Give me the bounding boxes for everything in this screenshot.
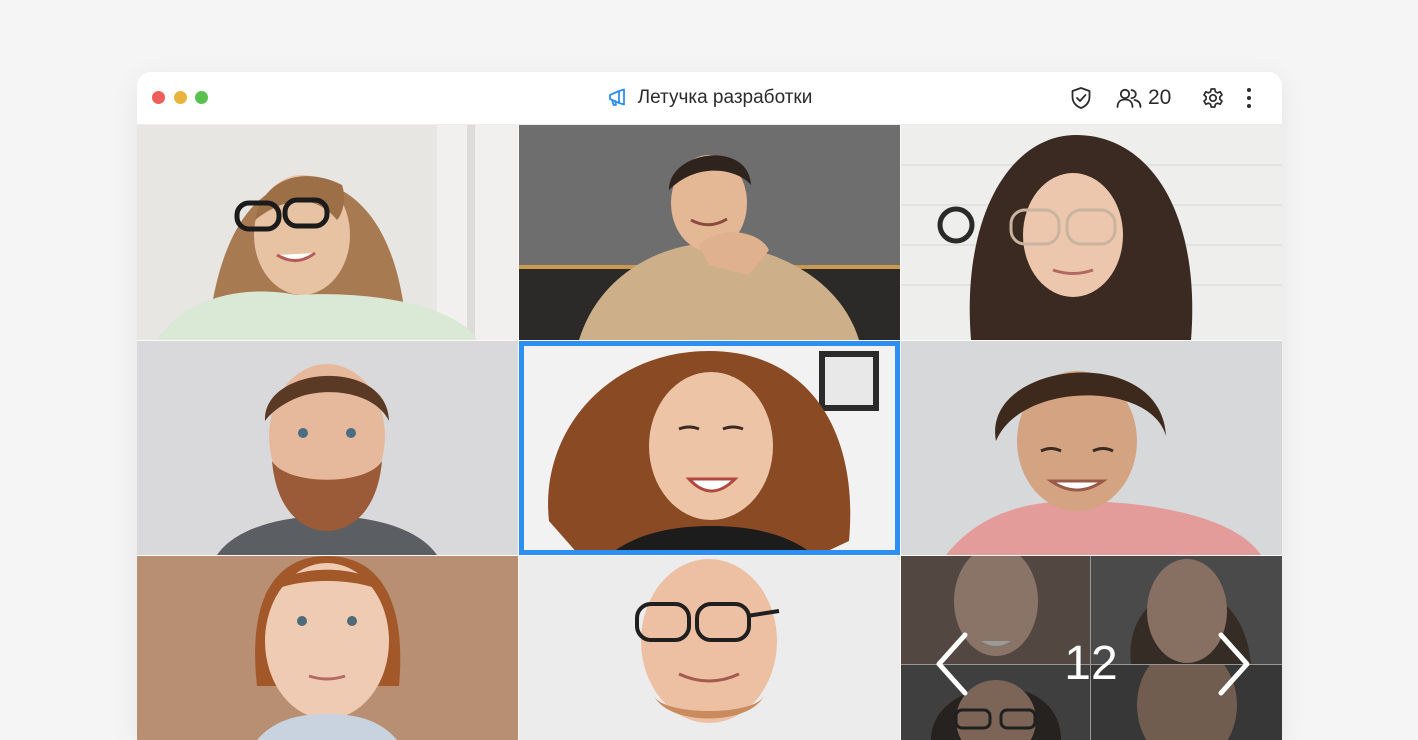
participant-video xyxy=(137,125,518,340)
gear-icon xyxy=(1201,86,1225,110)
previous-page-button[interactable] xyxy=(931,631,975,697)
hidden-participants-count: 12 xyxy=(1064,637,1118,690)
more-options-button[interactable] xyxy=(1245,85,1253,111)
call-window: Летучка разработки 20 12 xyxy=(137,72,1282,740)
video-tile[interactable] xyxy=(901,125,1282,340)
video-grid: 12 xyxy=(137,125,1282,740)
participant-video xyxy=(137,341,518,555)
meeting-title: Летучка разработки xyxy=(637,87,813,108)
chevron-left-icon xyxy=(931,631,975,697)
megaphone-icon xyxy=(607,88,629,108)
security-button[interactable] xyxy=(1070,85,1092,111)
video-tile[interactable] xyxy=(519,556,900,740)
more-participants-tile[interactable]: 12 xyxy=(901,556,1282,740)
video-tile[interactable] xyxy=(137,125,518,340)
participant-video xyxy=(519,556,900,740)
video-tile[interactable] xyxy=(901,341,1282,555)
people-icon xyxy=(1116,86,1142,110)
minimize-window-button[interactable] xyxy=(174,91,187,104)
chevron-right-icon xyxy=(1211,631,1255,697)
participants-count: 20 xyxy=(1148,86,1172,109)
more-vertical-icon xyxy=(1245,86,1253,110)
settings-button[interactable] xyxy=(1201,85,1225,111)
video-tile[interactable] xyxy=(137,556,518,740)
video-tile[interactable] xyxy=(137,341,518,555)
video-tile[interactable] xyxy=(519,125,900,340)
close-window-button[interactable] xyxy=(152,91,165,104)
more-participants-overlay: 12 xyxy=(901,556,1282,740)
participant-video xyxy=(519,341,900,555)
participant-video xyxy=(901,341,1282,555)
next-page-button[interactable] xyxy=(1211,631,1255,697)
maximize-window-button[interactable] xyxy=(195,91,208,104)
video-tile-active-speaker[interactable] xyxy=(519,341,900,555)
title-bar: Летучка разработки 20 xyxy=(137,72,1282,125)
participants-button[interactable]: 20 xyxy=(1116,85,1171,111)
participant-video xyxy=(519,125,900,340)
participant-video xyxy=(901,125,1282,340)
participant-video xyxy=(137,556,518,740)
shield-check-icon xyxy=(1070,86,1092,110)
